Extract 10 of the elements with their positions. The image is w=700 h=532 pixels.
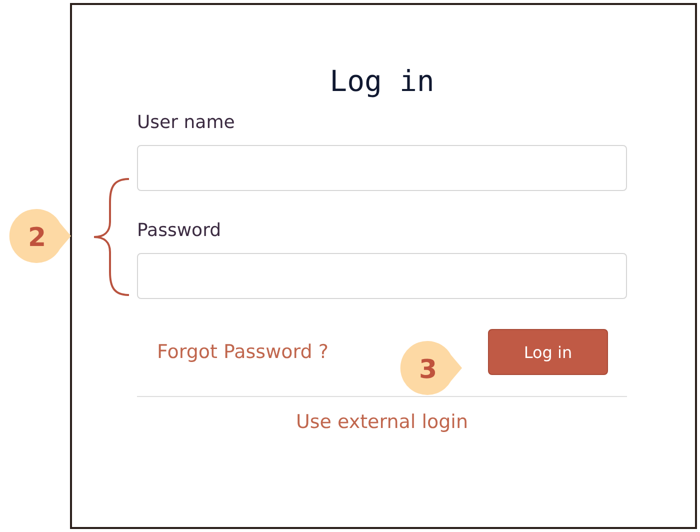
callout-badge: 3 xyxy=(398,338,464,398)
field-label: Password xyxy=(137,219,222,243)
external-login-link[interactable]: Use external login xyxy=(296,411,468,433)
input-field[interactable] xyxy=(137,145,627,191)
field-label: User name xyxy=(137,111,235,135)
forgot-password-link[interactable]: Forgot Password ? xyxy=(157,341,328,363)
login-button[interactable]: Log in xyxy=(488,329,608,375)
callout-badge: 2 xyxy=(7,206,73,266)
input-field[interactable] xyxy=(137,253,627,299)
page-title: Log in xyxy=(328,63,436,99)
